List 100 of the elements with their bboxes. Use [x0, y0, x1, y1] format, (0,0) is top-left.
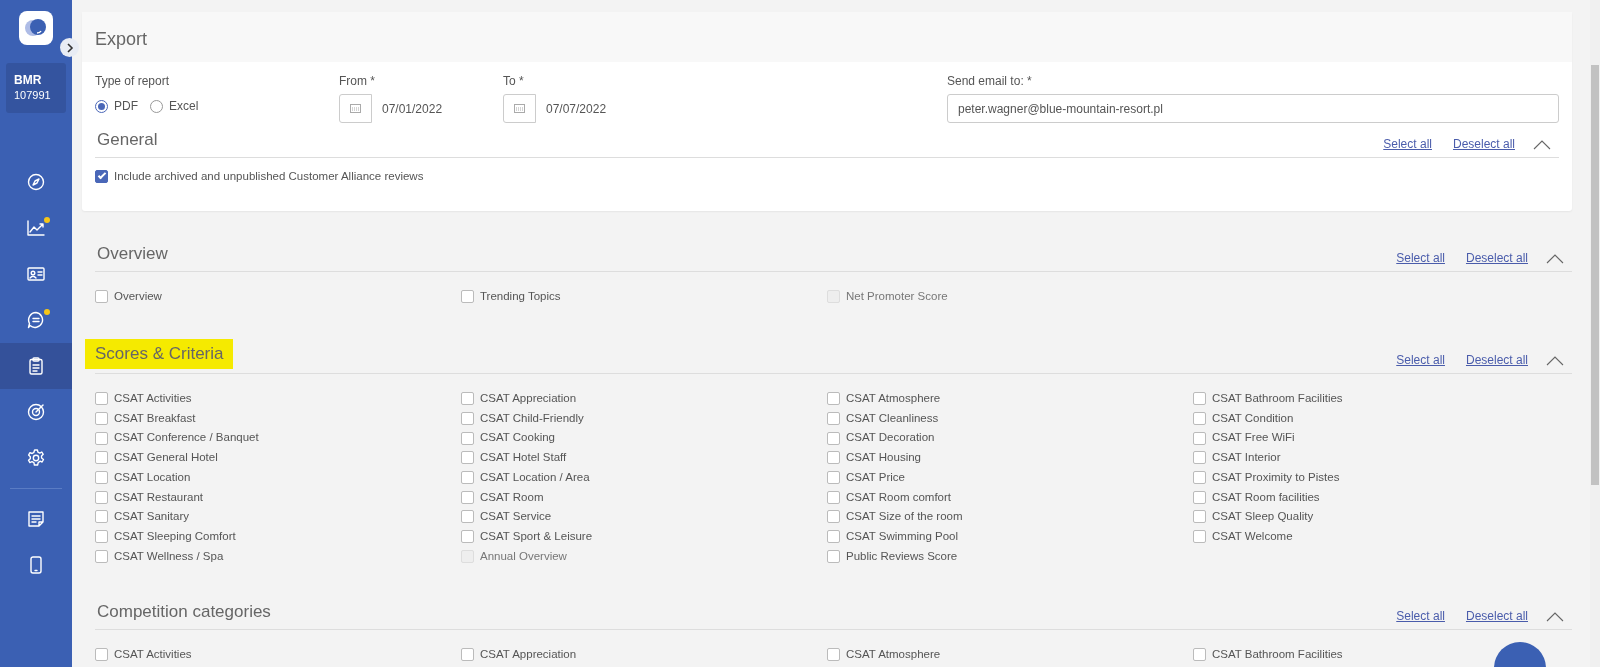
checkbox[interactable] [827, 530, 840, 544]
checkbox[interactable] [95, 530, 108, 544]
checkbox-label: Overview [114, 288, 162, 304]
calendar-icon [514, 104, 525, 113]
select-all-link[interactable]: Select all [1396, 606, 1445, 625]
checkbox[interactable] [95, 431, 108, 445]
collapse-chevron-icon[interactable] [1533, 138, 1551, 150]
highlighted-section-title: Scores & Criteria [85, 339, 234, 369]
checkbox[interactable] [827, 647, 840, 661]
checkbox[interactable] [95, 470, 108, 484]
checkbox-label: CSAT Welcome [1212, 528, 1293, 544]
checkbox[interactable] [461, 290, 474, 304]
checkbox-label: CSAT Decoration [846, 430, 935, 446]
calendar-button[interactable] [339, 94, 372, 123]
checkbox[interactable] [827, 392, 840, 406]
field-label: Type of report [95, 73, 171, 90]
checkbox[interactable] [95, 490, 108, 504]
checkbox-label: CSAT Room comfort [846, 489, 952, 505]
phone-icon [27, 556, 45, 574]
checkbox[interactable] [827, 411, 840, 425]
checkbox[interactable] [1193, 451, 1206, 465]
checkbox[interactable] [1193, 490, 1206, 504]
checkbox-label: Include archived and unpublished Customer Alliance reviews [114, 168, 424, 184]
checkbox[interactable] [461, 411, 474, 425]
checkbox[interactable] [95, 647, 108, 661]
checkbox-label: CSAT Activities [114, 391, 192, 407]
checkbox[interactable] [1193, 647, 1206, 661]
checkbox-label: CSAT Condition [1212, 410, 1294, 426]
checkbox-label: CSAT Size of the room [846, 509, 963, 525]
checkbox[interactable] [1193, 510, 1206, 524]
radio-label: PDF [114, 98, 138, 115]
checkbox[interactable] [827, 470, 840, 484]
checkbox-label: CSAT Restaurant [114, 489, 204, 505]
scrollbar-thumb[interactable] [1591, 65, 1599, 485]
checkbox[interactable] [827, 549, 840, 563]
checkbox[interactable] [461, 470, 474, 484]
deselect-all-link[interactable]: Deselect all [1465, 606, 1528, 625]
section-title: General [96, 129, 159, 151]
deselect-all-link[interactable]: Deselect all [1452, 134, 1515, 153]
account-number: 107991 [14, 88, 52, 104]
sidebar-item[interactable] [0, 343, 72, 389]
id-card-icon [27, 265, 45, 283]
select-all-link[interactable]: Select all [1396, 350, 1445, 369]
compass-icon [27, 173, 45, 191]
date-field[interactable]: 07/01/2022 [372, 94, 479, 123]
checkbox[interactable] [95, 510, 108, 524]
checkbox-label: CSAT Bathroom Facilities [1212, 391, 1343, 407]
checkbox-label: CSAT Room [480, 489, 544, 505]
card-header: Export [82, 12, 1572, 62]
checkbox[interactable] [95, 549, 108, 563]
checkbox[interactable] [461, 392, 474, 406]
checkbox-label: Net Promoter Score [846, 288, 948, 304]
section-title: Overview [96, 243, 169, 266]
checkbox-label: CSAT Swimming Pool [846, 528, 959, 544]
settings-icon [27, 449, 45, 467]
checkbox-label: CSAT Room facilities [1212, 489, 1320, 505]
checkbox[interactable] [1193, 411, 1206, 425]
target-icon [27, 403, 45, 421]
calendar-button[interactable] [503, 94, 536, 123]
checkbox[interactable] [95, 290, 108, 304]
checkbox-label: CSAT Interior [1212, 450, 1281, 466]
checkbox-label: CSAT Child-Friendly [480, 410, 584, 426]
email-field[interactable]: peter.wagner@blue-mountain-resort.pl [947, 94, 1559, 123]
deselect-all-link[interactable]: Deselect all [1465, 350, 1528, 369]
checkbox[interactable] [827, 490, 840, 504]
checkbox[interactable] [461, 490, 474, 504]
checkbox[interactable] [827, 451, 840, 465]
checkbox[interactable] [95, 392, 108, 406]
checkbox[interactable] [95, 169, 108, 183]
checkbox[interactable] [1193, 431, 1206, 445]
note-icon [27, 510, 45, 528]
checkbox[interactable] [461, 510, 474, 524]
checkbox[interactable] [1193, 470, 1206, 484]
checkbox[interactable] [95, 411, 108, 425]
select-all-link[interactable]: Select all [1383, 134, 1432, 153]
collapse-chevron-icon[interactable] [1546, 610, 1564, 622]
checkbox[interactable] [1193, 530, 1206, 544]
checkbox[interactable] [827, 431, 840, 445]
checkbox-label: CSAT Cooking [480, 430, 555, 446]
checkbox[interactable] [461, 647, 474, 661]
checkbox[interactable] [95, 451, 108, 465]
expand-button[interactable] [60, 38, 79, 57]
checkbox[interactable] [461, 530, 474, 544]
account-box[interactable]: BMR 107991 [6, 63, 66, 113]
radio-label: Excel [169, 98, 199, 115]
checkbox-label: CSAT Sanitary [114, 509, 189, 525]
checkbox-label: CSAT Service [480, 509, 552, 525]
checkbox[interactable] [1193, 392, 1206, 406]
checkbox-label: CSAT Location [114, 469, 191, 485]
line-chart-icon [27, 219, 45, 237]
checkbox[interactable] [827, 510, 840, 524]
deselect-all-link[interactable]: Deselect all [1465, 248, 1528, 267]
checkbox[interactable] [461, 431, 474, 445]
checkbox[interactable] [461, 451, 474, 465]
checkbox-label: CSAT Sleep Quality [1212, 509, 1314, 525]
checkbox-label: CSAT Atmosphere [846, 391, 941, 407]
date-field[interactable]: 07/07/2022 [536, 94, 643, 123]
select-all-link[interactable]: Select all [1396, 248, 1445, 267]
collapse-chevron-icon[interactable] [1546, 253, 1564, 264]
collapse-chevron-icon[interactable] [1546, 355, 1564, 367]
